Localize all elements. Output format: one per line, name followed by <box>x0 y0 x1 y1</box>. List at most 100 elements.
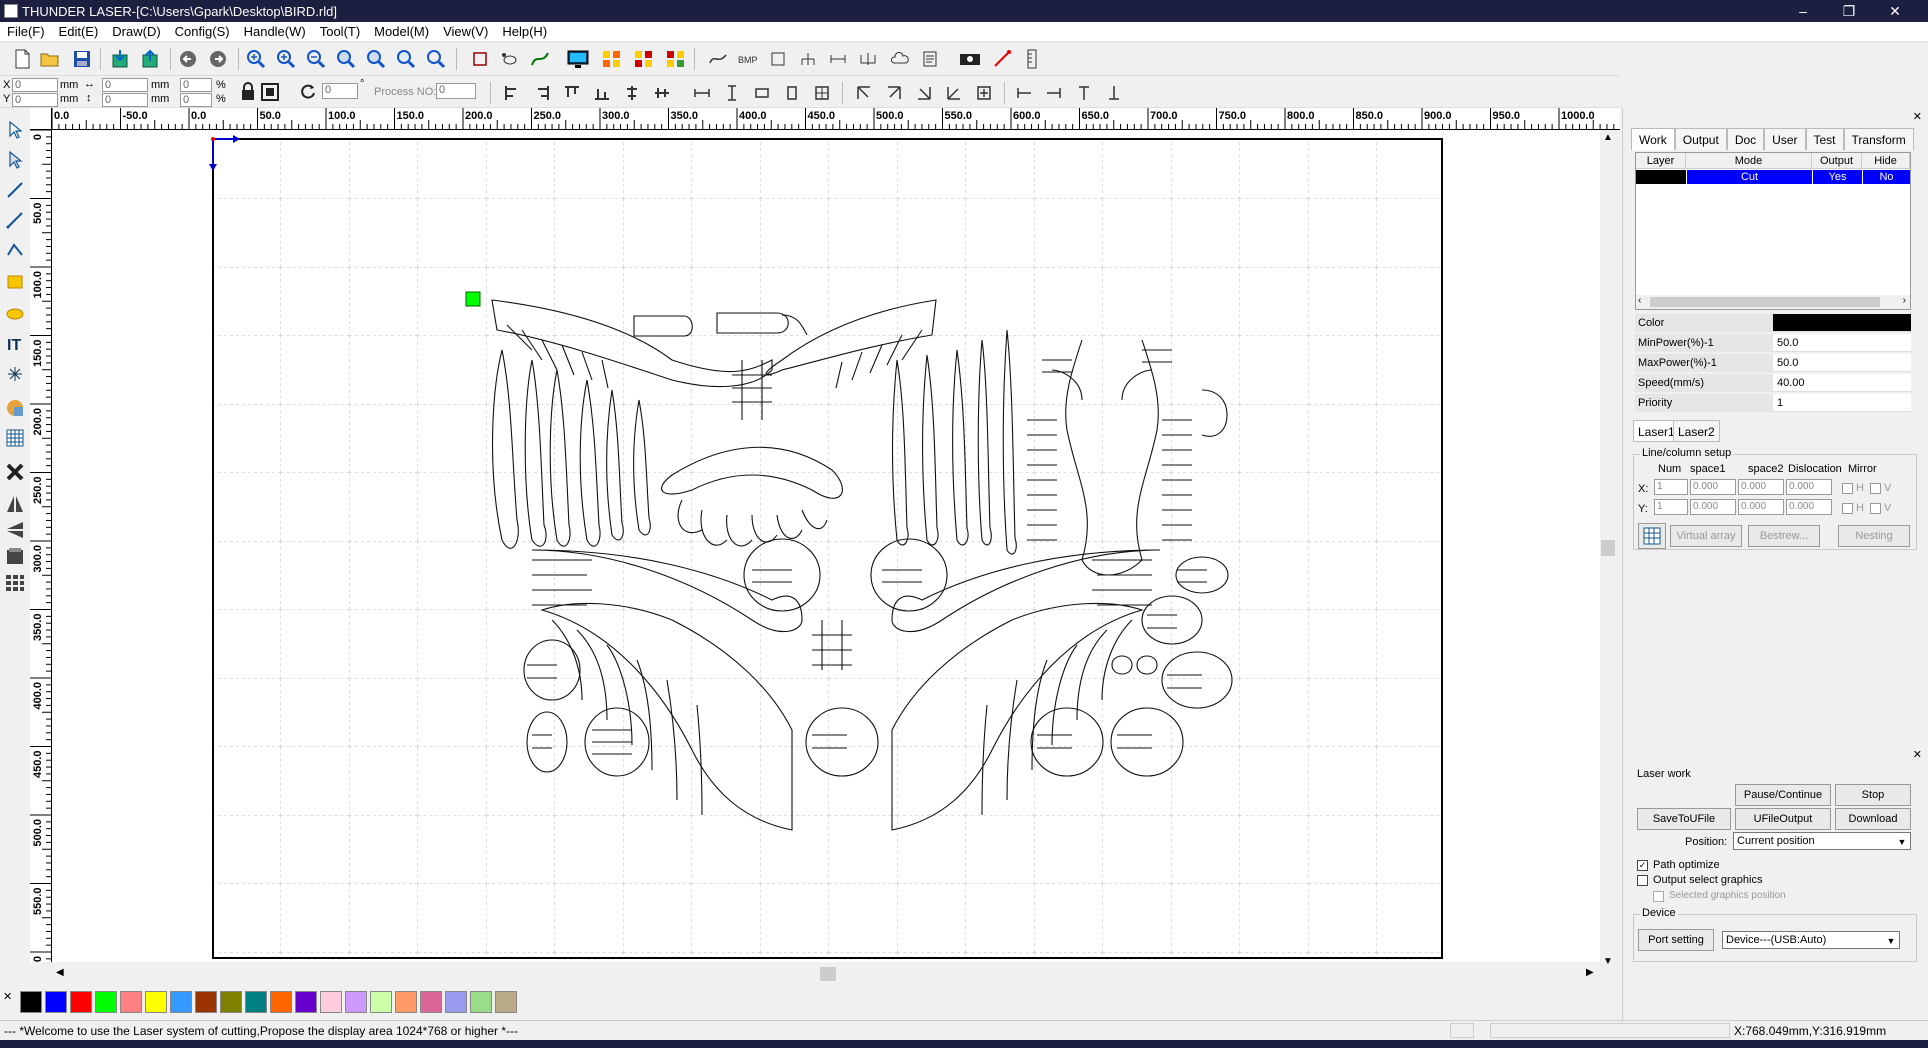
selected-position-checkbox[interactable] <box>1653 891 1664 902</box>
align-left-icon[interactable] <box>500 81 524 105</box>
mirror-v-icon[interactable] <box>3 518 27 542</box>
align-bottom-icon[interactable] <box>590 81 614 105</box>
open-folder-icon[interactable] <box>38 47 62 71</box>
path-optimize-checkbox[interactable]: ✓ <box>1637 860 1648 871</box>
port-setting-button[interactable]: Port setting <box>1638 929 1714 951</box>
y-mirror-h-checkbox[interactable] <box>1842 503 1853 514</box>
align-panel-icon[interactable] <box>3 544 27 568</box>
ufile-output-button[interactable]: UFileOutput <box>1735 808 1831 830</box>
x-mirror-v-checkbox[interactable] <box>1870 483 1881 494</box>
save-to-ufile-button[interactable]: SaveToUFile <box>1637 808 1731 830</box>
grid-tool-icon[interactable] <box>3 426 27 450</box>
move-up-icon[interactable] <box>1072 81 1096 105</box>
color-swatch[interactable] <box>145 991 167 1013</box>
device-select[interactable]: Device---(USB:Auto) ▼ <box>1722 931 1900 949</box>
copy-array-icon[interactable] <box>632 47 656 71</box>
layer-scrollbar[interactable]: ‹ › <box>1636 295 1910 309</box>
menu-edit[interactable]: Edit(E) <box>52 24 106 39</box>
pause-continue-button[interactable]: Pause/Continue <box>1735 784 1831 806</box>
line-tool-icon[interactable] <box>3 178 27 202</box>
align-top-icon[interactable] <box>560 81 584 105</box>
curve-icon[interactable] <box>528 47 552 71</box>
output-select-checkbox[interactable] <box>1637 875 1648 886</box>
x-num-input[interactable]: 1 <box>1654 479 1688 495</box>
height-input[interactable]: 0 <box>102 93 148 107</box>
color-swatch[interactable] <box>45 991 67 1013</box>
scroll-up-icon[interactable]: ▲ <box>1603 132 1613 143</box>
x-input[interactable]: 0 <box>12 78 58 92</box>
x-space1-input[interactable]: 0.000 <box>1690 479 1736 495</box>
layer-hide[interactable]: No <box>1863 170 1910 184</box>
color-swatch[interactable] <box>195 991 217 1013</box>
ellipse-tool-icon[interactable] <box>3 302 27 326</box>
nesting-button[interactable]: Nesting <box>1838 525 1910 547</box>
move-top-left-icon[interactable] <box>852 81 876 105</box>
color-swatch[interactable] <box>70 991 92 1013</box>
menu-handle[interactable]: Handle(W) <box>237 24 313 39</box>
document-icon[interactable] <box>918 47 942 71</box>
point-tool-icon[interactable] <box>3 362 27 386</box>
tab-output[interactable]: Output <box>1674 128 1727 150</box>
color-swatch[interactable] <box>245 991 267 1013</box>
y-space1-input[interactable]: 0.000 <box>1690 499 1736 515</box>
cloud-icon[interactable] <box>888 47 912 71</box>
nesting-icon[interactable] <box>664 47 688 71</box>
bestrew-button[interactable]: Bestrew... <box>1748 525 1820 547</box>
no-color-icon[interactable]: ✕ <box>3 990 12 1003</box>
laser-work-close-icon[interactable]: ✕ <box>1913 748 1922 761</box>
save-icon[interactable] <box>70 47 94 71</box>
color-swatch[interactable] <box>320 991 342 1013</box>
array-icon[interactable] <box>600 47 624 71</box>
tab-laser2[interactable]: Laser2 <box>1673 420 1720 442</box>
tab-user[interactable]: User <box>1764 128 1806 150</box>
menu-model[interactable]: Model(M) <box>367 24 436 39</box>
redo-icon[interactable] <box>206 47 230 71</box>
y-num-input[interactable]: 1 <box>1654 499 1688 515</box>
red-light-icon[interactable] <box>990 47 1014 71</box>
tab-test[interactable]: Test <box>1805 128 1844 150</box>
virtual-array-button[interactable]: Virtual array <box>1670 525 1742 547</box>
scroll-left-icon[interactable]: ◀ <box>56 967 64 978</box>
bitmap-icon[interactable]: BMP <box>736 47 760 71</box>
camera-icon[interactable] <box>958 47 982 71</box>
move-bottom-right-icon[interactable] <box>912 81 936 105</box>
node-edit-icon[interactable] <box>3 148 27 172</box>
frame-icon[interactable] <box>766 47 790 71</box>
export-icon[interactable] <box>138 47 162 71</box>
rectangle-tool-icon[interactable] <box>3 270 27 294</box>
equal-height-icon[interactable] <box>720 81 744 105</box>
y-space2-input[interactable]: 0.000 <box>1738 499 1784 515</box>
menu-draw[interactable]: Draw(D) <box>105 24 167 39</box>
menu-config[interactable]: Config(S) <box>168 24 237 39</box>
property-min-power[interactable]: MinPower(%)-1 50.0 <box>1635 334 1911 352</box>
color-swatch[interactable] <box>495 991 517 1013</box>
polyline-tool-icon[interactable] <box>3 208 27 232</box>
menu-file[interactable]: File(F) <box>0 24 52 39</box>
maximize-button[interactable]: ❐ <box>1826 0 1872 22</box>
bitmap-tool-icon[interactable] <box>3 396 27 420</box>
move-top-right-icon[interactable] <box>882 81 906 105</box>
color-swatch[interactable] <box>95 991 117 1013</box>
new-file-icon[interactable] <box>10 47 34 71</box>
mirror-h-icon[interactable] <box>3 492 27 516</box>
y-dislocation-input[interactable]: 0.000 <box>1786 499 1832 515</box>
download-button[interactable]: Download <box>1835 808 1911 830</box>
color-swatch[interactable] <box>420 991 442 1013</box>
minimize-button[interactable]: – <box>1780 0 1826 22</box>
array-grid-button[interactable] <box>1638 523 1666 549</box>
equal-size-icon[interactable] <box>750 81 774 105</box>
zoom-page-icon[interactable] <box>334 47 358 71</box>
color-swatch[interactable] <box>345 991 367 1013</box>
color-swatch[interactable] <box>395 991 417 1013</box>
y-mirror-v-checkbox[interactable] <box>1870 503 1881 514</box>
move-down-icon[interactable] <box>1102 81 1126 105</box>
zoom-plus-icon[interactable] <box>274 47 298 71</box>
smooth-curve-icon[interactable] <box>706 47 730 71</box>
layer-mode[interactable]: Cut <box>1687 170 1812 184</box>
scroll-right-icon[interactable]: ▶ <box>1586 967 1594 978</box>
move-bottom-left-icon[interactable] <box>942 81 966 105</box>
tab-doc[interactable]: Doc <box>1726 128 1765 150</box>
delete-tool-icon[interactable] <box>3 460 27 484</box>
position-select[interactable]: Current position ▼ <box>1733 832 1911 850</box>
color-swatch[interactable] <box>220 991 242 1013</box>
